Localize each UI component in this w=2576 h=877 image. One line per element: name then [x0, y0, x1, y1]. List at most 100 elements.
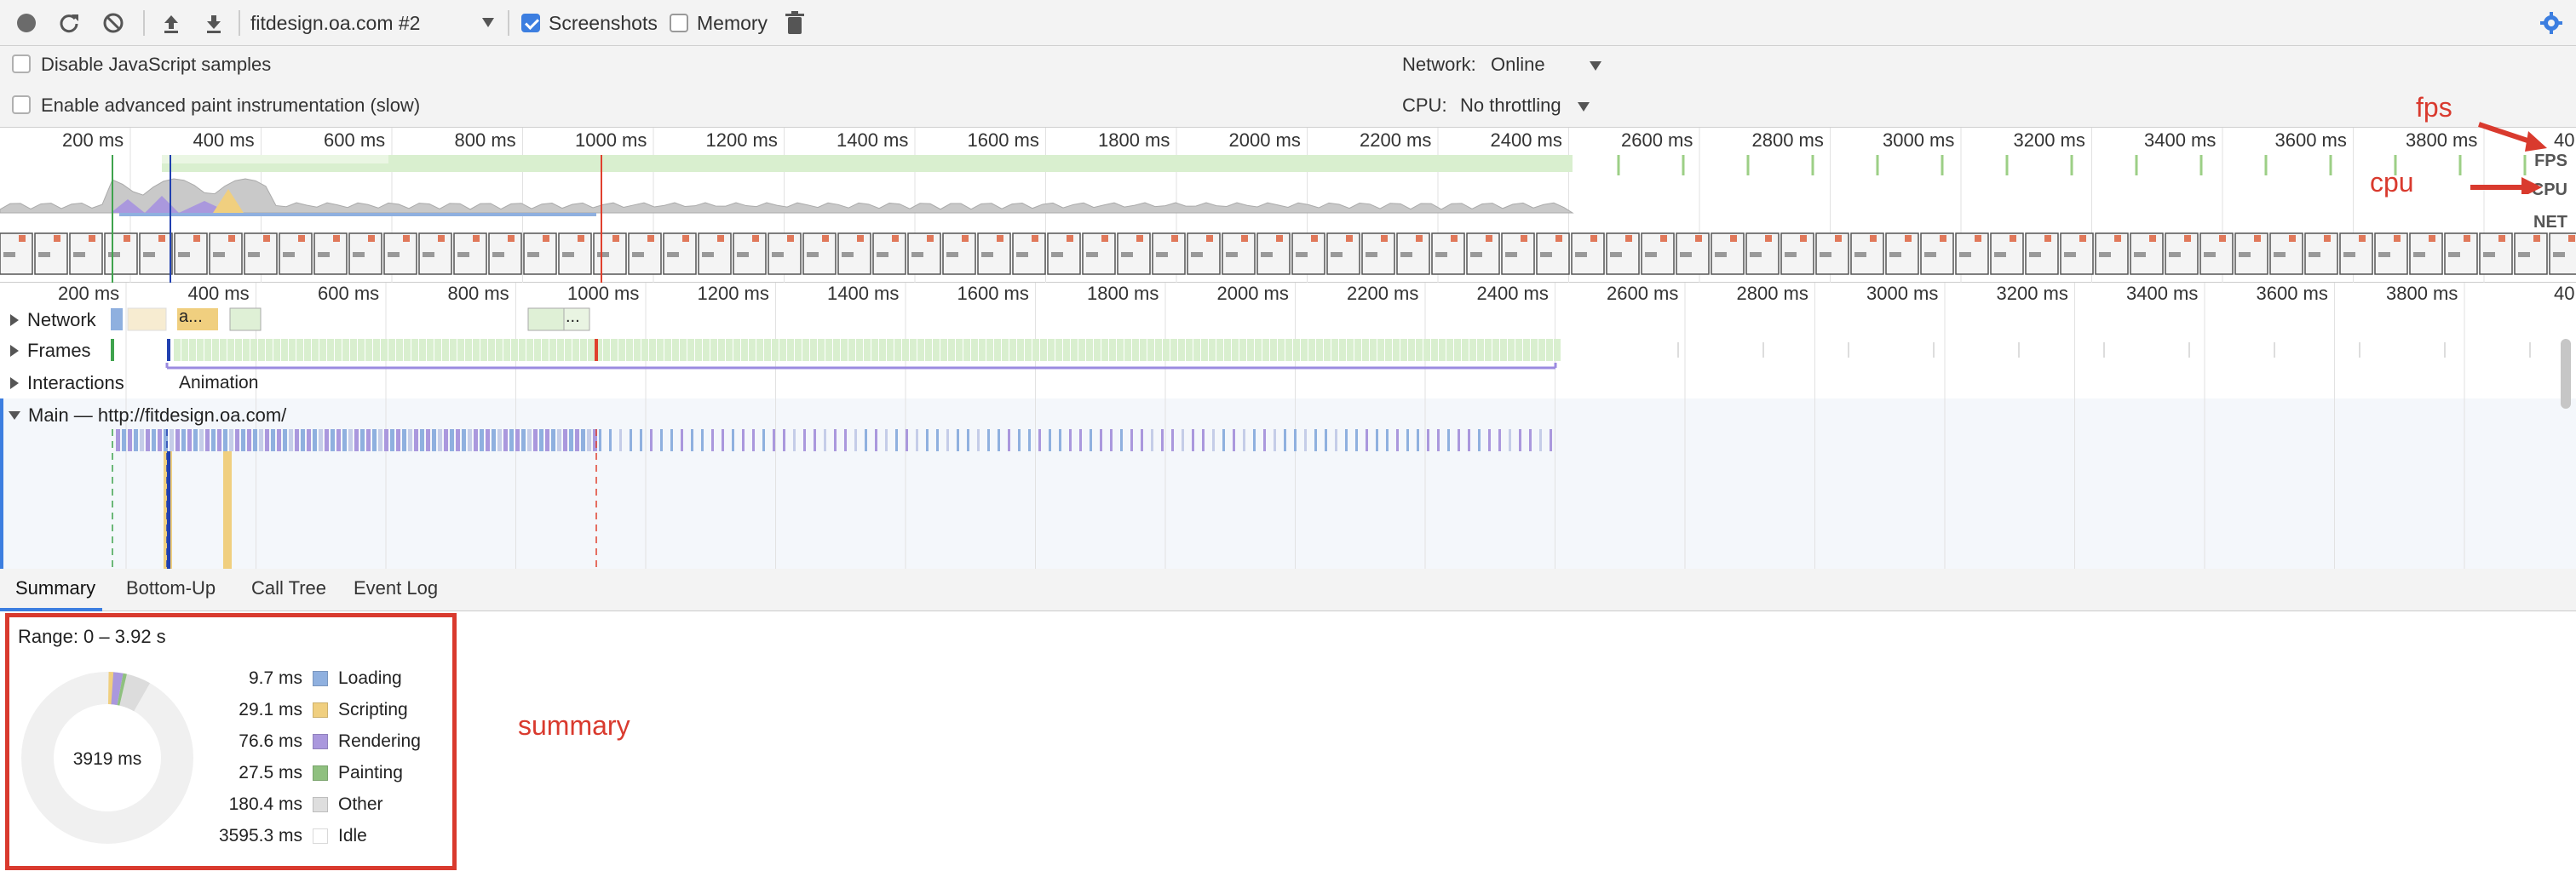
task	[957, 429, 959, 451]
task	[885, 429, 888, 451]
summary-category: Idle	[338, 826, 367, 845]
task	[1263, 429, 1266, 451]
network-request	[229, 307, 262, 331]
memory-checkbox[interactable]	[670, 14, 688, 32]
chevron-down-icon[interactable]	[482, 18, 494, 27]
record-icon[interactable]	[12, 9, 41, 37]
task	[1069, 429, 1072, 451]
task	[492, 429, 496, 451]
screenshots-checkbox[interactable]	[521, 14, 540, 32]
frame	[902, 339, 909, 361]
frame	[718, 339, 725, 361]
task	[253, 429, 257, 451]
task	[128, 429, 132, 451]
frame	[1454, 339, 1461, 361]
frame	[1078, 339, 1085, 361]
expand-triangle-icon[interactable]	[10, 377, 19, 389]
task	[1468, 429, 1470, 451]
task	[803, 429, 806, 451]
chevron-down-icon[interactable]	[1590, 61, 1601, 71]
frames-row[interactable]: Frames	[0, 335, 91, 366]
task	[533, 429, 538, 451]
interactions-row[interactable]: Interactions	[0, 368, 124, 398]
tab-bottom-up[interactable]: Bottom-Up	[126, 577, 216, 599]
frame	[1017, 339, 1024, 361]
task	[223, 451, 232, 569]
task	[1355, 429, 1358, 451]
frame	[971, 339, 978, 361]
task	[432, 429, 436, 451]
frame	[1469, 339, 1476, 361]
frame	[1477, 339, 1484, 361]
frame	[1400, 339, 1407, 361]
task	[581, 429, 585, 451]
network-request-label: a...	[179, 307, 203, 326]
frame	[588, 339, 595, 361]
task	[1059, 429, 1061, 451]
network-row[interactable]: Network	[0, 305, 96, 335]
download-icon[interactable]	[199, 9, 228, 37]
frame	[111, 339, 114, 361]
reload-icon[interactable]	[55, 9, 83, 37]
task	[1498, 429, 1501, 451]
summary-value: 9.7 ms	[248, 668, 302, 688]
frame	[726, 339, 733, 361]
task	[509, 429, 514, 451]
tab-event-log[interactable]: Event Log	[354, 577, 438, 599]
frame	[864, 339, 871, 361]
task	[1274, 429, 1276, 451]
trash-icon[interactable]	[780, 9, 809, 37]
task	[450, 429, 454, 451]
task	[916, 429, 918, 451]
task	[247, 429, 251, 451]
advanced-paint-checkbox[interactable]	[12, 95, 31, 114]
frame	[473, 339, 480, 361]
profile-select[interactable]: fitdesign.oa.com #2	[250, 12, 420, 35]
frame	[672, 339, 679, 361]
disable-js-samples-checkbox[interactable]	[12, 54, 31, 73]
tab-summary[interactable]: Summary	[15, 577, 95, 599]
task	[235, 429, 239, 451]
expand-triangle-icon[interactable]	[10, 345, 19, 357]
timeline-overview[interactable]: 200 ms 400 ms 600 ms 800 ms 1000 ms 1200 ms 14…	[0, 128, 2576, 283]
task	[1049, 429, 1051, 451]
chevron-down-icon[interactable]	[1578, 102, 1590, 112]
cpu-throttling-select[interactable]: No throttling	[1460, 95, 1561, 117]
frame	[1293, 339, 1300, 361]
collapse-triangle-icon[interactable]	[9, 411, 20, 420]
task	[1090, 429, 1092, 451]
task	[301, 429, 305, 451]
frame	[526, 339, 533, 361]
screenshots-label: Screenshots	[549, 12, 658, 34]
task	[187, 429, 192, 451]
task	[609, 429, 612, 451]
network-select[interactable]: Online	[1491, 54, 1545, 76]
gear-icon[interactable]	[2537, 9, 2566, 37]
annotation-summary: summary	[518, 710, 630, 741]
frame	[503, 339, 510, 361]
frame	[1278, 339, 1285, 361]
task	[1008, 429, 1010, 451]
tab-call-tree[interactable]: Call Tree	[251, 577, 326, 599]
frame	[296, 339, 303, 361]
task	[480, 429, 484, 451]
task	[1304, 429, 1307, 451]
flame-chart[interactable]: 200 ms 400 ms 600 ms 800 ms 1000 ms 1200 ms 14…	[0, 283, 2576, 569]
expand-triangle-icon[interactable]	[10, 314, 19, 326]
main-thread-row[interactable]: Main — http://fitdesign.oa.com/	[0, 400, 286, 431]
frame	[167, 339, 170, 361]
annotation-fps: fps	[2416, 92, 2452, 123]
task	[265, 429, 269, 451]
frame	[1239, 339, 1246, 361]
upload-icon[interactable]	[157, 9, 186, 37]
disable-js-samples-label: Disable JavaScript samples	[41, 54, 272, 75]
task	[521, 429, 526, 451]
frame	[810, 339, 817, 361]
task	[438, 429, 442, 451]
frame	[1002, 339, 1009, 361]
annotation-cpu: cpu	[2370, 167, 2414, 198]
summary-legend: 9.7 ms Loading 29.1 ms Scripting 76.6 ms Rend…	[9, 617, 452, 864]
flame-scrollbar[interactable]	[2561, 339, 2571, 409]
frame	[496, 339, 503, 361]
clear-icon[interactable]	[99, 9, 128, 37]
